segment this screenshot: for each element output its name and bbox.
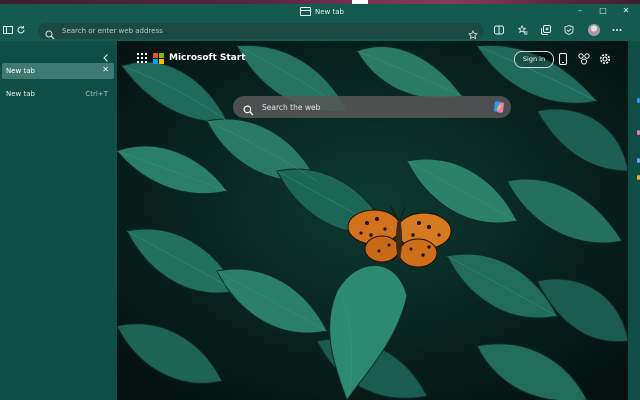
- favorites-icon[interactable]: [517, 24, 529, 36]
- start-header: Microsoft Start: [137, 53, 246, 64]
- new-tab-button[interactable]: New tab Ctrl+T: [2, 86, 114, 102]
- profile-avatar[interactable]: [588, 24, 600, 36]
- tab-label: New tab: [6, 67, 35, 75]
- tab-icon: [300, 7, 311, 16]
- phone-icon[interactable]: [556, 52, 569, 65]
- sidebar-icon[interactable]: [2, 24, 14, 36]
- close-icon[interactable]: ✕: [621, 6, 631, 16]
- microsoft-logo: [153, 53, 164, 64]
- title-bar: New tab – □ ✕: [0, 4, 640, 21]
- rewards-icon[interactable]: [577, 52, 590, 65]
- address-bar[interactable]: Search or enter web address: [38, 23, 484, 40]
- brand-name: Microsoft Start: [169, 53, 246, 63]
- web-search-box[interactable]: Search the web: [233, 96, 511, 118]
- close-tab-icon[interactable]: ✕: [102, 65, 109, 74]
- browser-essentials-icon[interactable]: [563, 24, 575, 36]
- background-image: [117, 41, 628, 400]
- search-placeholder: Search the web: [262, 103, 321, 112]
- settings-icon[interactable]: [598, 52, 611, 65]
- sign-in-button[interactable]: Sign in: [514, 51, 554, 68]
- more-icon[interactable]: [611, 24, 623, 36]
- tab-new-tab-active[interactable]: New tab ✕: [2, 63, 114, 79]
- apps-icon[interactable]: [137, 53, 147, 63]
- search-icon: [243, 101, 254, 120]
- collections-icon[interactable]: [540, 24, 552, 36]
- minimize-icon[interactable]: –: [575, 6, 585, 16]
- new-tab-shortcut: Ctrl+T: [85, 90, 108, 98]
- maximize-icon[interactable]: □: [598, 6, 608, 16]
- new-tab-label: New tab: [6, 90, 35, 98]
- window-title: New tab: [300, 7, 344, 16]
- window-title-text: New tab: [315, 7, 344, 16]
- refresh-icon[interactable]: [15, 24, 27, 36]
- address-placeholder: Search or enter web address: [62, 27, 163, 35]
- toolbar: Search or enter web address: [0, 21, 640, 41]
- collapse-icon[interactable]: [101, 48, 111, 62]
- new-tab-page: Microsoft Start Sign in Search the web: [117, 41, 628, 400]
- right-edge-strip: [628, 41, 640, 400]
- copilot-icon[interactable]: [492, 100, 506, 114]
- split-screen-icon[interactable]: [493, 24, 505, 36]
